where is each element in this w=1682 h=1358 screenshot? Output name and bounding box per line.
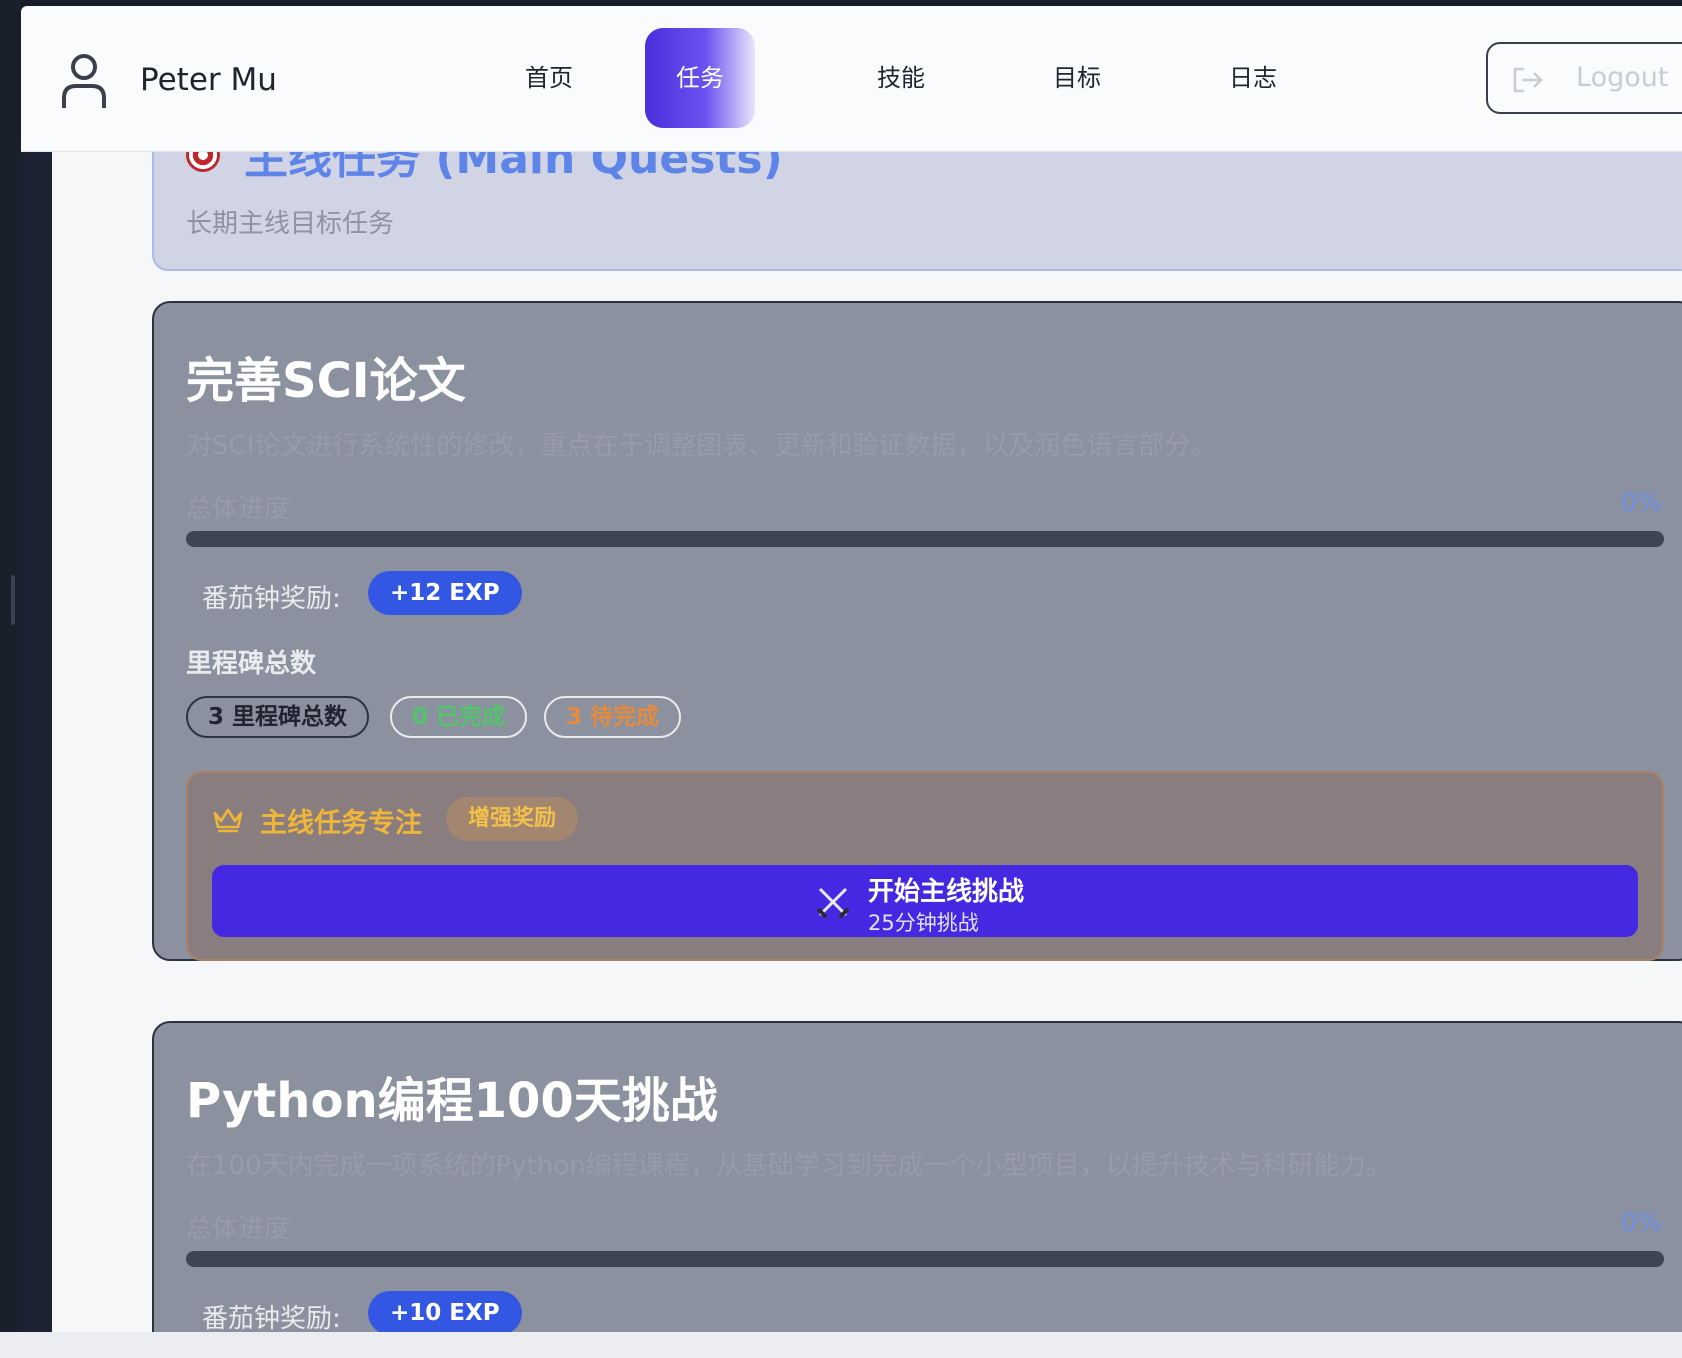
progress-bar (186, 1251, 1664, 1267)
quest-description: 对SCI论文进行系统性的修改，重点在于调整图表、更新和验证数据，以及润色语言部分… (186, 431, 1217, 461)
bottom-edge-strip (0, 1332, 1682, 1358)
quest-title: Python编程100天挑战 (186, 1073, 718, 1129)
logout-label: Logout (1576, 62, 1669, 93)
pomodoro-reward-label: 番茄钟奖励: (202, 1304, 341, 1332)
app-window: 主线任务 (Main Quests) 长期主线目标任务 完善SCI论文 对SCI… (21, 6, 1682, 1332)
quest-card: 完善SCI论文 对SCI论文进行系统性的修改，重点在于调整图表、更新和验证数据，… (152, 301, 1682, 961)
quest-card: Python编程100天挑战 在100天内完成一项系统的Python编程课程，从… (152, 1021, 1682, 1332)
left-edge-strip (0, 0, 21, 1358)
quest-title: 完善SCI论文 (186, 353, 466, 409)
main-content: 主线任务 (Main Quests) 长期主线目标任务 完善SCI论文 对SCI… (52, 6, 1682, 1332)
progress-percent: 0% (1620, 1208, 1662, 1238)
nav-journal[interactable]: 日志 (1198, 58, 1308, 93)
user-name: Peter Mu (140, 62, 277, 98)
crown-icon (213, 808, 243, 833)
logout-button[interactable]: Logout (1486, 42, 1682, 114)
progress-percent: 0% (1620, 488, 1662, 518)
milestones-pending-badge: 3 待完成 (544, 696, 682, 738)
resize-handle[interactable] (11, 575, 15, 625)
milestones-done-badge: 0 已完成 (390, 696, 528, 738)
pomodoro-reward-badge: +12 EXP (368, 571, 522, 615)
progress-bar (186, 531, 1664, 547)
nav-skills[interactable]: 技能 (846, 58, 956, 93)
nav-goals[interactable]: 目标 (1022, 58, 1132, 93)
milestones-total-badge: 3 里程碑总数 (186, 696, 370, 738)
start-button-sublabel: 25分钟挑战 (868, 911, 979, 935)
user-icon[interactable] (59, 50, 109, 110)
pomodoro-reward-label: 番茄钟奖励: (202, 584, 341, 614)
section-subtitle: 长期主线目标任务 (186, 209, 395, 239)
pomodoro-reward-badge: +10 EXP (368, 1291, 522, 1332)
main-quest-focus-panel: 主线任务专注 增强奖励 开始主线挑战 25分钟挑战 (186, 771, 1664, 961)
sidebar (21, 151, 52, 1332)
top-navbar: Peter Mu 首页 任务 技能 目标 日志 Logout (21, 6, 1682, 152)
quest-description: 在100天内完成一项系统的Python编程课程，从基础学习到完成一个小型项目，以… (186, 1151, 1392, 1181)
milestones-label: 里程碑总数 (186, 649, 317, 679)
start-main-challenge-button[interactable]: 开始主线挑战 25分钟挑战 (212, 865, 1638, 937)
start-button-label: 开始主线挑战 (868, 877, 1025, 907)
focus-label: 主线任务专注 (260, 808, 422, 839)
crossed-swords-icon (816, 887, 850, 919)
nav-home[interactable]: 首页 (494, 58, 604, 93)
progress-label: 总体进度 (186, 494, 291, 524)
logout-icon (1513, 67, 1543, 93)
nav-quests[interactable]: 任务 (645, 28, 755, 128)
enhanced-reward-badge: 增强奖励 (446, 797, 579, 841)
progress-label: 总体进度 (186, 1214, 291, 1244)
